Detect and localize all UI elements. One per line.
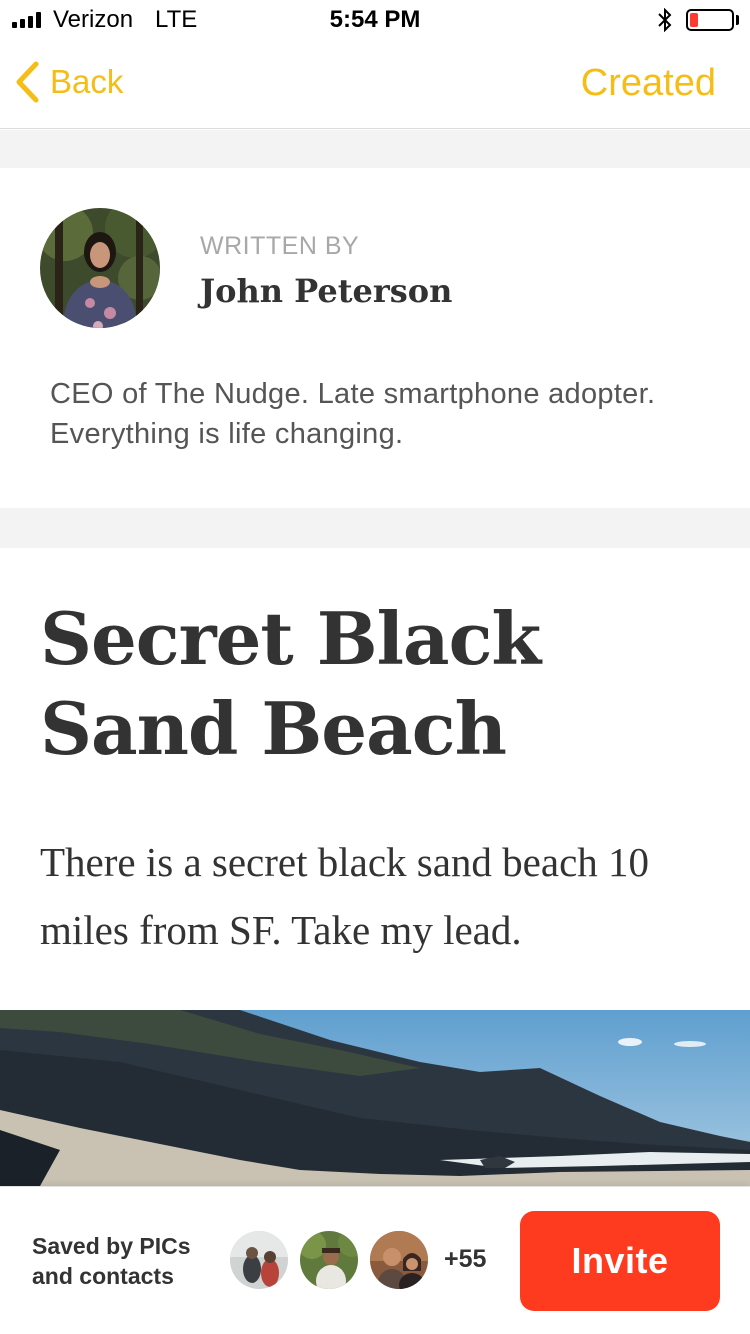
created-button[interactable]: Created [581,62,716,105]
battery-level [690,13,698,27]
saved-by-line: Saved by PICs [32,1233,191,1259]
status-bar: Verizon LTE 5:54 PM [0,0,750,40]
saved-by-line: and contacts [32,1263,174,1289]
article-title: Secret Black Sand Beach [40,594,720,774]
section-divider [0,130,750,168]
section-divider [0,508,750,548]
battery-tip [736,15,739,25]
bluetooth-icon [658,8,672,32]
author-avatar[interactable] [40,208,160,328]
saved-by-bar: Saved by PICs and contacts +55 Invite [0,1186,750,1334]
saver-photo [300,1231,358,1289]
back-button[interactable]: Back [14,60,123,104]
author-bio: CEO of The Nudge. Late smartphone adopte… [50,378,656,450]
saver-avatar[interactable] [298,1229,360,1291]
author-card: WRITTEN BY John Peterson CEO of The Nudg… [0,168,750,508]
article: Secret Black Sand Beach There is a secre… [0,548,750,1010]
battery-icon [686,9,734,31]
back-label: Back [50,63,124,100]
chevron-left-icon [16,61,39,103]
article-lead: There is a secret black sand beach 10 mi… [40,839,650,953]
saver-avatar[interactable] [228,1229,290,1291]
author-name[interactable]: John Peterson [200,272,452,310]
saved-by-label: Saved by PICs and contacts [32,1231,191,1291]
article-hero-image[interactable] [0,1010,750,1186]
beach-photo [0,1010,750,1186]
article-title-line: Secret Black [40,596,541,681]
more-savers-count[interactable]: +55 [444,1245,486,1274]
navigation-bar: Back Created [0,40,750,129]
author-photo [40,208,160,328]
saver-photo [370,1231,428,1289]
written-by-label: WRITTEN BY [200,232,360,260]
invite-button[interactable]: Invite [520,1211,720,1311]
saver-photo [230,1231,288,1289]
saver-avatar[interactable] [368,1229,430,1291]
status-time: 5:54 PM [329,6,421,33]
article-title-line: Sand Beach [40,686,507,771]
screen: Verizon LTE 5:54 PM Back Created WRITTEN… [0,0,750,1334]
